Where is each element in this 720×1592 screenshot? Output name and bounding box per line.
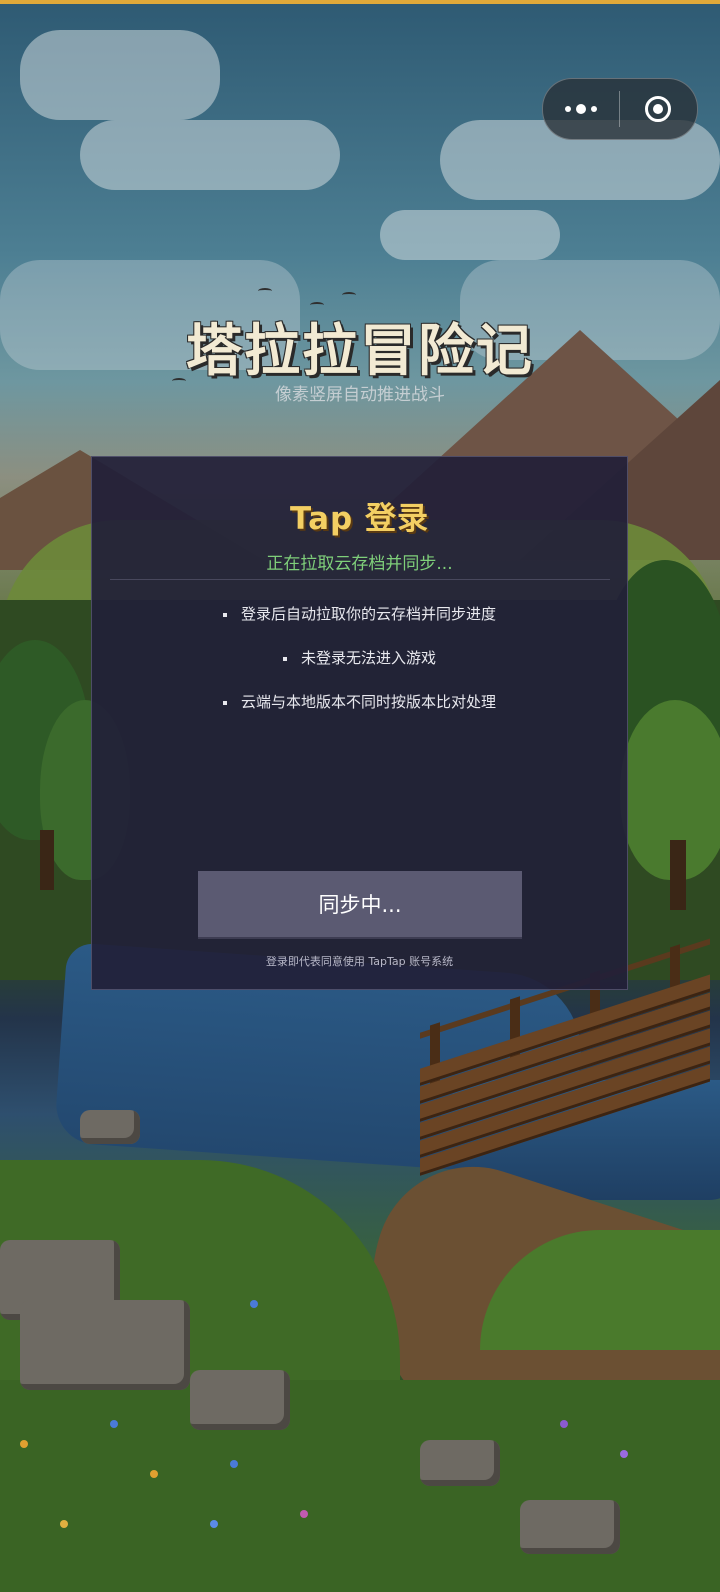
more-button[interactable] [543, 79, 619, 139]
tip-text: 登录后自动拉取你的云存档并同步进度 [240, 605, 496, 623]
miniprogram-capsule [542, 78, 698, 140]
game-title: 塔拉拉冒险记 [186, 319, 534, 384]
close-button[interactable] [620, 79, 696, 139]
game-screen: 塔拉拉冒险记 像素竖屏自动推进战斗 Tap 登录 正在拉取云存档并同步... 登… [0, 0, 720, 1592]
sync-status-text: 正在拉取云存档并同步... [266, 554, 453, 574]
tip-item: 云端与本地版本不同时按版本比对处理 [92, 691, 627, 735]
panel-divider [110, 579, 610, 580]
agreement-note: 登录即代表同意使用 TapTap 账号系统 [265, 955, 454, 968]
tip-item: 未登录无法进入游戏 [92, 647, 627, 691]
sync-button[interactable]: 同步中... [198, 871, 522, 937]
bullet-icon [222, 612, 227, 617]
target-circle-icon [645, 96, 671, 122]
bird-decoration [342, 292, 356, 298]
bullet-icon [282, 656, 287, 661]
tip-text: 未登录无法进入游戏 [300, 649, 436, 667]
tip-text: 云端与本地版本不同时按版本比对处理 [240, 693, 496, 711]
more-dots-icon [565, 104, 597, 114]
bullet-icon [222, 700, 227, 705]
login-title: Tap 登录 [289, 501, 430, 537]
game-subtitle: 像素竖屏自动推进战斗 [275, 385, 445, 405]
tips-list: 登录后自动拉取你的云存档并同步进度 未登录无法进入游戏 云端与本地版本不同时按版… [92, 603, 627, 735]
bird-decoration [258, 288, 272, 294]
tip-item: 登录后自动拉取你的云存档并同步进度 [92, 603, 627, 647]
login-panel: Tap 登录 正在拉取云存档并同步... 登录后自动拉取你的云存档并同步进度 未… [91, 456, 628, 990]
